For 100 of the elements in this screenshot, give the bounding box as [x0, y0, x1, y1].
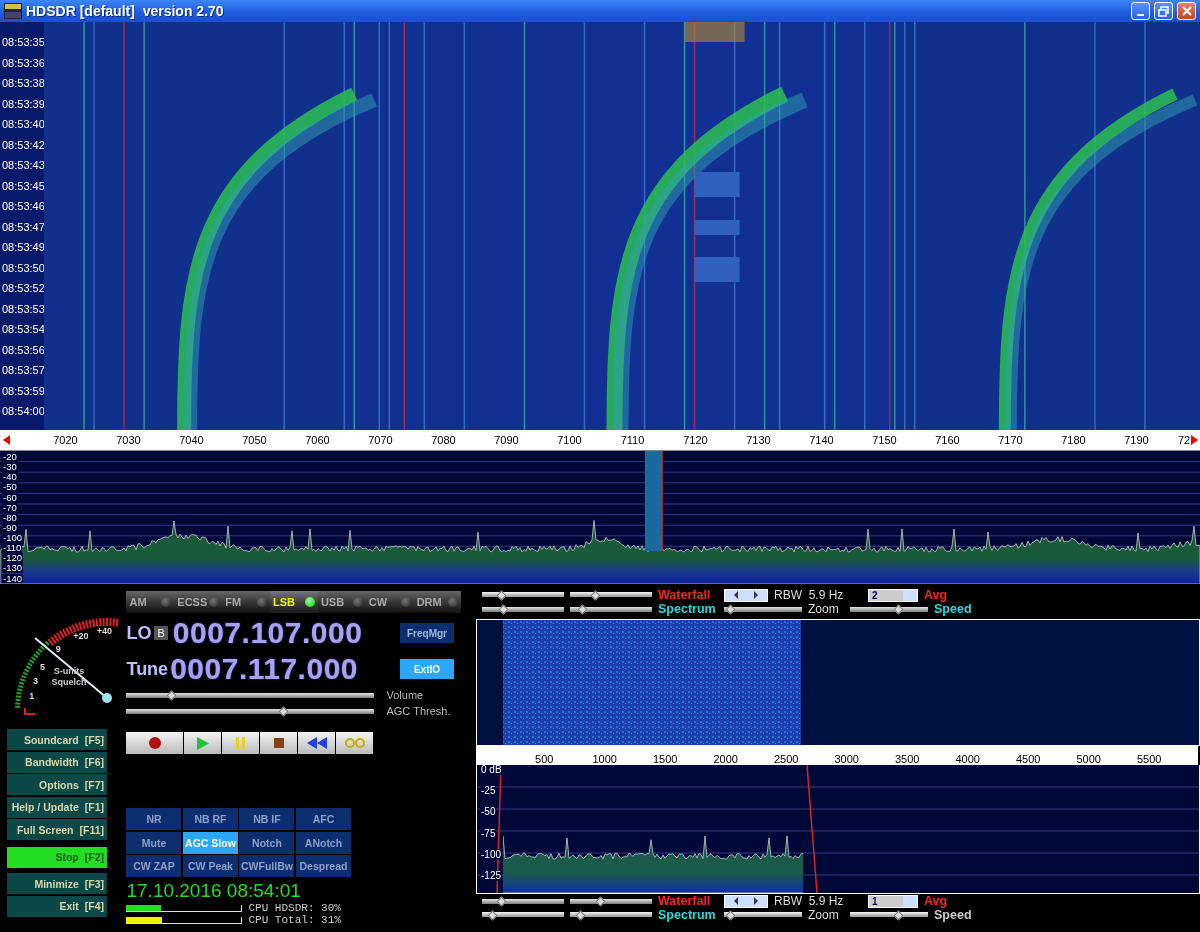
slider-thumb[interactable] [166, 690, 177, 700]
side-button[interactable]: ExtIO [400, 659, 454, 679]
slider-thumb[interactable] [893, 604, 904, 614]
dsp-button[interactable]: ANotch [295, 831, 351, 854]
play-button[interactable] [184, 732, 222, 754]
loop-button[interactable] [336, 732, 374, 754]
function-key-button[interactable]: Stop [F2] [7, 846, 107, 868]
timestamp: 08:53:46 [1, 199, 44, 214]
led-icon [257, 597, 268, 607]
avg-dropdown[interactable]: 2 [868, 588, 918, 602]
dsp-button[interactable]: AFC [295, 808, 351, 830]
tune-frequency[interactable]: 0007.117.000 [170, 652, 358, 686]
spectrum-label: Spectrum [658, 908, 717, 922]
db-label: -80 [2, 512, 18, 523]
frequency-label: 7080 [430, 434, 457, 446]
left-arrow-icon[interactable] [3, 435, 10, 445]
slider-label: Volume [386, 689, 424, 701]
stop-button[interactable] [260, 732, 298, 754]
frequency-label: 7130 [745, 434, 772, 446]
slider-thumb[interactable] [725, 604, 736, 614]
rbw-label: RBW 5.9 Hz [774, 894, 845, 908]
timestamp: 08:53:36 [1, 55, 44, 71]
db-label: -25 [480, 786, 497, 797]
mode-button[interactable]: FM [222, 591, 271, 613]
arrows-icon [734, 897, 758, 905]
avg-dropdown[interactable]: 1 [868, 894, 918, 908]
timestamp: 08:53:56 [1, 342, 44, 358]
led-icon [161, 597, 172, 607]
timestamp: 08:53:59 [1, 383, 44, 399]
slider-thumb[interactable] [278, 706, 289, 716]
frequency-label: 7030 [115, 434, 142, 446]
slider-thumb[interactable] [893, 910, 904, 920]
db-label: -60 [2, 492, 18, 502]
zoom-label: Zoom [808, 602, 840, 616]
function-key-button[interactable]: Help / Update [F1] [7, 796, 107, 818]
dsp-button[interactable]: CW ZAP [126, 855, 182, 877]
dsp-button[interactable]: Mute [126, 831, 182, 854]
slider-thumb[interactable] [498, 604, 509, 614]
spin-button[interactable] [724, 588, 768, 602]
play-icon [196, 736, 209, 750]
function-key-button[interactable]: Bandwidth [F6] [7, 751, 107, 773]
app-icon [4, 3, 22, 19]
dsp-button[interactable]: NB IF [239, 808, 295, 830]
dsp-button[interactable]: CWFullBw [239, 855, 295, 877]
restore-icon [1158, 5, 1169, 17]
audio-frequency-label: 2000 [712, 753, 739, 765]
function-key-button[interactable]: Options [F7] [7, 774, 107, 795]
led-icon [448, 597, 459, 607]
mode-button[interactable]: LSB [270, 591, 318, 613]
audio-frequency-label: 1500 [652, 753, 679, 765]
function-key-button[interactable]: Full Screen [F11] [7, 819, 107, 840]
dsp-button[interactable]: NB RF [182, 808, 238, 830]
mode-button[interactable]: AM [126, 591, 175, 613]
slider-thumb[interactable] [577, 604, 588, 614]
slider-thumb[interactable] [575, 910, 586, 920]
function-key-button[interactable]: Exit [F4] [7, 895, 107, 917]
dsp-button[interactable]: NR [126, 808, 182, 830]
slider-thumb[interactable] [496, 590, 507, 600]
function-key-button[interactable]: Minimize [F3] [7, 873, 107, 894]
record-button[interactable] [126, 732, 184, 754]
spin-button[interactable] [724, 894, 768, 908]
close-button[interactable] [1177, 2, 1196, 20]
dsp-button[interactable]: AGC Slow [182, 831, 238, 854]
frequency-label: 72 [1177, 434, 1191, 446]
mode-button[interactable]: DRM [413, 591, 462, 613]
zoom-label: Zoom [808, 908, 840, 922]
speed-label: Speed [934, 908, 972, 922]
frequency-label: 7060 [304, 434, 331, 446]
frequency-label: 7090 [493, 434, 520, 446]
audio-frequency-label: 3500 [894, 753, 921, 765]
restore-button[interactable] [1154, 2, 1173, 20]
timestamp: 08:53:35 [1, 35, 44, 50]
side-button[interactable]: FreqMgr [400, 623, 454, 643]
slider-thumb[interactable] [496, 896, 507, 906]
right-arrow-icon[interactable] [1191, 435, 1198, 445]
slider-thumb[interactable] [725, 910, 736, 920]
rewind-button[interactable] [298, 732, 336, 754]
db-label: -130 [2, 563, 23, 573]
pause-button[interactable] [222, 732, 260, 754]
slider-thumb[interactable] [590, 590, 601, 600]
db-label: -30 [2, 462, 18, 472]
mode-button[interactable]: CW [365, 591, 414, 613]
timestamp: 08:53:39 [1, 96, 44, 112]
db-label: -70 [2, 502, 18, 513]
slider-thumb[interactable] [595, 896, 606, 906]
mode-button[interactable]: USB [317, 591, 366, 613]
minimize-button[interactable] [1131, 2, 1150, 20]
waterfall-label: Waterfall [658, 894, 712, 908]
slider-thumb[interactable] [487, 910, 498, 920]
dsp-button[interactable]: Notch [239, 831, 295, 854]
window-title: HDSDR [default] version 2.70 [26, 3, 225, 19]
frequency-label: 7170 [997, 434, 1024, 446]
function-key-button[interactable]: Soundcard [F5] [7, 729, 107, 750]
timestamp: 08:54:00 [1, 404, 44, 419]
dsp-button[interactable]: CW Peak [182, 855, 238, 877]
dsp-button[interactable]: Despread [295, 855, 351, 877]
rewind-icon [306, 737, 327, 749]
mode-button[interactable]: ECSS [174, 591, 223, 613]
waterfall-label: Waterfall [658, 588, 712, 602]
lo-frequency[interactable]: 0007.107.000 [172, 616, 363, 650]
